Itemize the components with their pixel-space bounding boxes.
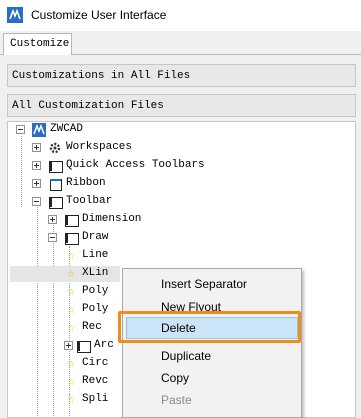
tree-item-label: Ribbon: [66, 177, 106, 189]
tree-item-label: Arc: [94, 339, 114, 351]
tab-customize[interactable]: Customize: [3, 33, 72, 56]
toolbar-icon: [48, 195, 63, 209]
context-menu: Insert Separator New Flyout Delete Dupli…: [122, 268, 302, 418]
tree-item-circle[interactable]: ☆ Circ: [10, 356, 120, 372]
tree-item-label: Dimension: [82, 213, 142, 225]
tree-item-line[interactable]: ☆ Line: [10, 248, 310, 264]
toolbar-icon: [48, 159, 63, 173]
zwcad-logo-icon: [32, 123, 46, 137]
tree-item-label: Toolbar: [66, 195, 113, 207]
star-icon: ☆: [67, 266, 75, 281]
menu-separator: [153, 342, 298, 343]
star-icon: ☆: [67, 284, 75, 299]
toolbar-icon: [64, 231, 79, 245]
tree-item-label: Poly: [82, 285, 109, 297]
tree-item-dimension[interactable]: Dimension: [10, 212, 310, 228]
customizations-header: Customizations in All Files: [7, 64, 356, 87]
tree-item-label: Draw: [82, 231, 109, 243]
menu-item-copy[interactable]: Copy: [126, 367, 298, 389]
star-icon: ☆: [67, 392, 75, 407]
tree-item-label: XLin: [82, 267, 109, 279]
tree-item-toolbar[interactable]: Toolbar: [10, 194, 310, 210]
tab-strip: Customize: [0, 31, 361, 56]
tree-item-label: Line: [82, 249, 109, 261]
tree-item-label: Circ: [82, 357, 109, 369]
star-icon: ☆: [67, 302, 75, 317]
tree-item-quick-access-toolbars[interactable]: Quick Access Toolbars: [10, 158, 310, 174]
expand-icon[interactable]: [32, 179, 41, 188]
tree-item-label: Workspaces: [66, 141, 133, 153]
window-title: Customize User Interface: [31, 8, 167, 22]
tree-item-label: Quick Access Toolbars: [66, 159, 205, 171]
menu-item-paste[interactable]: Paste: [126, 389, 298, 411]
collapse-icon[interactable]: [16, 125, 25, 134]
star-icon: ☆: [67, 374, 75, 389]
expand-icon[interactable]: [32, 161, 41, 170]
star-icon: ☆: [67, 356, 75, 371]
tree-item-label: Revc: [82, 375, 109, 387]
tree-item-ribbon[interactable]: Ribbon: [10, 176, 310, 192]
ribbon-icon: [48, 177, 62, 191]
tree-item-revcloud[interactable]: ☆ Revc: [10, 374, 120, 390]
menu-item-insert-separator[interactable]: Insert Separator: [126, 273, 298, 295]
customization-files-filter[interactable]: All Customization Files: [7, 94, 356, 117]
expand-icon[interactable]: [64, 341, 73, 350]
tree-item-label: Rec: [82, 321, 102, 333]
collapse-icon[interactable]: [32, 197, 41, 206]
menu-item-duplicate[interactable]: Duplicate: [126, 345, 298, 367]
star-icon: ☆: [67, 320, 75, 335]
gear-icon: [48, 141, 62, 155]
tree-item-zwcad[interactable]: ZWCAD: [10, 122, 310, 138]
tree-item-draw[interactable]: Draw: [10, 230, 310, 246]
zwcad-logo-icon: [7, 7, 23, 23]
tree-item-xline[interactable]: ☆ XLin: [10, 266, 120, 282]
expand-icon[interactable]: [32, 143, 41, 152]
tree-item-workspaces[interactable]: Workspaces: [10, 140, 310, 156]
tree-item-arc[interactable]: Arc: [10, 338, 120, 354]
tree-item-polyline[interactable]: ☆ Poly: [10, 284, 120, 300]
tree-item-rectangle[interactable]: ☆ Rec: [10, 320, 120, 336]
toolbar-icon: [76, 339, 91, 353]
menu-item-new-flyout[interactable]: New Flyout: [126, 296, 298, 318]
title-bar: Customize User Interface: [0, 0, 361, 31]
menu-item-delete[interactable]: Delete: [126, 317, 298, 339]
toolbar-icon: [64, 213, 79, 227]
tree-item-spline[interactable]: ☆ Spli: [10, 392, 120, 408]
collapse-icon[interactable]: [48, 233, 57, 242]
tree-item-polygon[interactable]: ☆ Poly: [10, 302, 120, 318]
star-icon: ☆: [67, 248, 75, 263]
tree-item-label: ZWCAD: [50, 123, 84, 135]
expand-icon[interactable]: [48, 215, 57, 224]
tree-item-label: Spli: [82, 393, 109, 405]
tree-item-label: Poly: [82, 303, 109, 315]
